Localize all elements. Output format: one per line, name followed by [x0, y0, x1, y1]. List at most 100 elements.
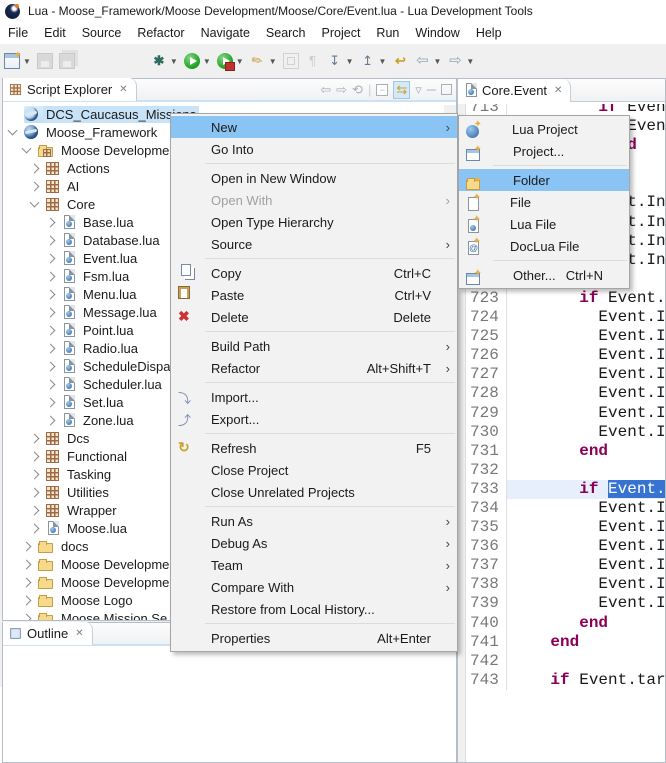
menu-item-paste[interactable]: PasteCtrl+V — [171, 284, 457, 306]
dropdown-arrow-icon[interactable]: ▼ — [236, 57, 244, 66]
collapsed-chevron-icon[interactable] — [46, 343, 56, 353]
forward-button[interactable]: ▼ — [445, 49, 476, 73]
run-button[interactable]: ▼ — [182, 49, 213, 73]
code-text[interactable]: Event.Ini — [506, 404, 665, 423]
code-line[interactable]: 727 Event.Ini — [466, 365, 665, 384]
code-line[interactable]: 729 Event.Ini — [466, 404, 665, 423]
collapsed-chevron-icon[interactable] — [46, 397, 56, 407]
menubar-item-navigate[interactable]: Navigate — [193, 23, 258, 43]
code-text[interactable]: if Event.tar — [506, 671, 665, 690]
code-line[interactable]: 731 end — [466, 442, 665, 461]
code-text[interactable] — [506, 461, 665, 480]
code-line[interactable]: 730 Event.Ini — [466, 423, 665, 442]
menubar-item-refactor[interactable]: Refactor — [129, 23, 192, 43]
menu-item-file[interactable]: File — [459, 191, 629, 213]
collapsed-chevron-icon[interactable] — [30, 181, 40, 191]
menu-item-other-[interactable]: Other...Ctrl+N — [459, 264, 629, 286]
dropdown-arrow-icon[interactable]: ▼ — [203, 57, 211, 66]
collapsed-chevron-icon[interactable] — [30, 469, 40, 479]
menu-item-open-type-hierarchy[interactable]: Open Type Hierarchy — [171, 211, 457, 233]
code-text[interactable]: end — [506, 442, 665, 461]
menubar-item-run[interactable]: Run — [368, 23, 407, 43]
menubar-item-edit[interactable]: Edit — [36, 23, 74, 43]
expanded-chevron-icon[interactable] — [30, 198, 40, 208]
menubar-item-file[interactable]: File — [0, 23, 36, 43]
collapsed-chevron-icon[interactable] — [46, 325, 56, 335]
menubar-item-project[interactable]: Project — [314, 23, 369, 43]
dropdown-arrow-icon[interactable]: ▼ — [379, 57, 387, 66]
code-line[interactable]: 732 — [466, 461, 665, 480]
code-line[interactable]: 728 Event.Ini — [466, 384, 665, 403]
dropdown-arrow-icon[interactable]: ▼ — [466, 57, 474, 66]
code-line[interactable]: 741 end — [466, 633, 665, 652]
minimize-icon[interactable]: ─ — [427, 82, 436, 97]
up-icon[interactable]: ⟲ — [352, 82, 363, 98]
collapsed-chevron-icon[interactable] — [46, 379, 56, 389]
code-line[interactable]: 723 if Event. — [466, 289, 665, 308]
menu-item-delete[interactable]: DeleteDelete — [171, 306, 457, 328]
collapsed-chevron-icon[interactable] — [30, 487, 40, 497]
collapsed-chevron-icon[interactable] — [30, 163, 40, 173]
menu-item-team[interactable]: Team› — [171, 554, 457, 576]
collapsed-chevron-icon[interactable] — [22, 541, 32, 551]
collapsed-chevron-icon[interactable] — [30, 433, 40, 443]
debug-button[interactable]: ▼ — [149, 49, 180, 73]
code-text[interactable]: Event.Ini — [506, 537, 665, 556]
maximize-icon[interactable] — [441, 84, 452, 95]
dropdown-arrow-icon[interactable]: ▼ — [269, 57, 277, 66]
menubar-item-source[interactable]: Source — [74, 23, 130, 43]
menu-item-refactor[interactable]: RefactorAlt+Shift+T› — [171, 357, 457, 379]
code-line[interactable]: 726 Event.Ini — [466, 346, 665, 365]
code-text[interactable]: if Event. — [506, 289, 665, 308]
editor-tab[interactable]: Core.Event ✕ — [458, 79, 571, 102]
code-line[interactable]: 724 Event.Ini — [466, 308, 665, 327]
collapsed-chevron-icon[interactable] — [46, 415, 56, 425]
code-line[interactable]: 735 Event.Ini — [466, 518, 665, 537]
pencil-button[interactable]: ▼ — [248, 49, 279, 73]
collapsed-chevron-icon[interactable] — [30, 451, 40, 461]
code-text[interactable] — [506, 652, 665, 671]
code-text[interactable]: Event.Ini — [506, 518, 665, 537]
prev-annotation-button[interactable]: ▼ — [358, 49, 389, 73]
menu-item-source[interactable]: Source› — [171, 233, 457, 255]
code-line[interactable]: 740 end — [466, 614, 665, 633]
close-icon[interactable]: ✕ — [554, 85, 562, 96]
menu-item-restore-from-local-history-[interactable]: Restore from Local History... — [171, 598, 457, 620]
dropdown-arrow-icon[interactable]: ▼ — [433, 57, 441, 66]
code-text[interactable]: Event.Ini — [506, 594, 665, 613]
collapsed-chevron-icon[interactable] — [22, 595, 32, 605]
code-text[interactable]: Event.Ini — [506, 308, 665, 327]
script-explorer-tab[interactable]: Script Explorer ✕ — [3, 78, 137, 101]
link-with-editor-icon[interactable]: ⇆ — [393, 81, 410, 99]
menubar-item-help[interactable]: Help — [468, 23, 510, 43]
close-icon[interactable]: ✕ — [75, 628, 83, 639]
code-text[interactable]: end — [506, 614, 665, 633]
collapsed-chevron-icon[interactable] — [30, 505, 40, 515]
code-line[interactable]: 743 if Event.tar — [466, 671, 665, 690]
menu-item-lua-file[interactable]: Lua File — [459, 213, 629, 235]
close-icon[interactable]: ✕ — [119, 84, 127, 95]
menu-item-close-project[interactable]: Close Project — [171, 459, 457, 481]
menubar-item-window[interactable]: Window — [407, 23, 467, 43]
menu-item-go-into[interactable]: Go Into — [171, 138, 457, 160]
collapsed-chevron-icon[interactable] — [46, 235, 56, 245]
code-text[interactable]: Event.Ini — [506, 499, 665, 518]
menu-item-lua-project[interactable]: Lua Project — [459, 118, 629, 140]
menu-item-compare-with[interactable]: Compare With› — [171, 576, 457, 598]
menu-item-folder[interactable]: Folder — [459, 169, 629, 191]
next-annotation-button[interactable]: ▼ — [325, 49, 356, 73]
code-text[interactable]: Event.Ini — [506, 346, 665, 365]
code-text[interactable]: end — [506, 633, 665, 652]
menu-item-export-[interactable]: Export... — [171, 408, 457, 430]
collapsed-chevron-icon[interactable] — [46, 253, 56, 263]
back-button[interactable]: ▼ — [412, 49, 443, 73]
collapsed-chevron-icon[interactable] — [30, 523, 40, 533]
collapsed-chevron-icon[interactable] — [22, 559, 32, 569]
back-history-icon[interactable]: ⇦ — [320, 82, 331, 98]
last-edit-button[interactable] — [390, 49, 410, 73]
collapsed-chevron-icon[interactable] — [46, 217, 56, 227]
menu-item-import-[interactable]: Import... — [171, 386, 457, 408]
code-text[interactable]: Event.Ini — [506, 384, 665, 403]
expanded-chevron-icon[interactable] — [8, 126, 18, 136]
menu-item-new[interactable]: New› — [171, 116, 457, 138]
